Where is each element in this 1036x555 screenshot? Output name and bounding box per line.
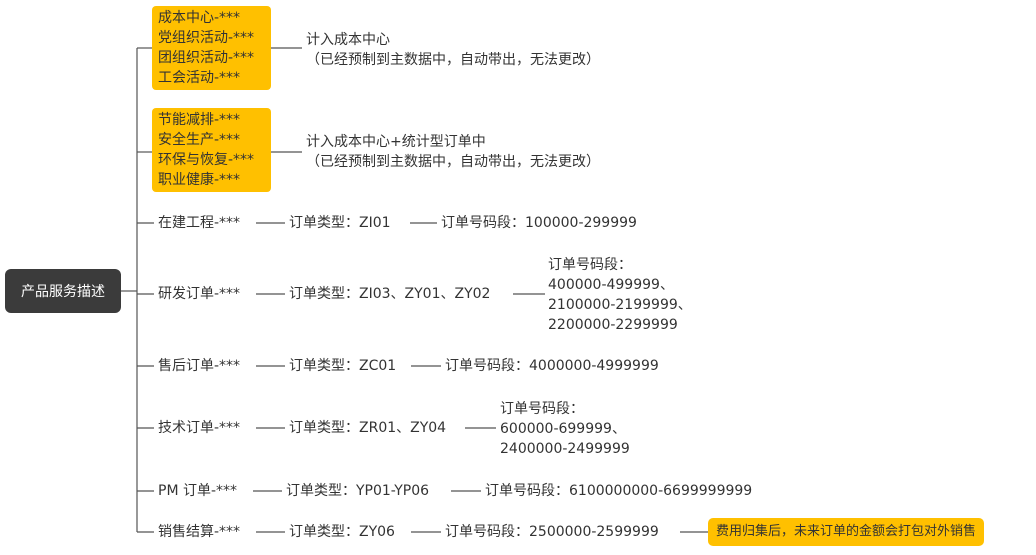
- cost-center-description: 计入成本中心 （已经预制到主数据中，自动带出，无法更改）: [306, 30, 600, 70]
- mind-map: 产品服务描述 成本中心-*** 党组织活动-*** 团组织活动-*** 工会活动…: [0, 0, 1036, 555]
- statistical-order-description: 计入成本中心+统计型订单中 （已经预制到主数据中，自动带出，无法更改）: [306, 132, 600, 172]
- order-name-construction[interactable]: 在建工程-***: [158, 213, 240, 233]
- order-range-rnd: 订单号码段： 400000-499999、 2100000-2199999、 2…: [548, 255, 692, 335]
- order-range-pm: 订单号码段：6100000000-6699999999: [485, 483, 753, 499]
- order-name-technical[interactable]: 技术订单-***: [158, 418, 240, 438]
- order-type-construction: 订单类型：ZI01: [289, 215, 391, 231]
- order-type-rnd: 订单类型：ZI03、ZY01、ZY02: [289, 286, 491, 302]
- description-line: 计入成本中心+统计型订单中: [306, 134, 486, 150]
- order-range-sales-settlement: 订单号码段：2500000-2599999: [445, 524, 659, 540]
- order-type-sales-settlement: 订单类型：ZY06: [289, 524, 395, 540]
- range-line: 订单号码段：: [500, 401, 584, 417]
- range-line: 2400000-2499999: [500, 441, 630, 457]
- order-name-sales-settlement[interactable]: 销售结算-***: [158, 522, 240, 542]
- order-range-construction: 订单号码段：100000-299999: [441, 215, 637, 231]
- range-line: 600000-699999、: [500, 421, 626, 437]
- range-line: 2100000-2199999、: [548, 297, 692, 313]
- group-item: 节能减排-***: [158, 112, 241, 128]
- statistical-order-group-box[interactable]: 节能减排-*** 安全生产-*** 环保与恢复-*** 职业健康-***: [152, 108, 271, 192]
- range-line: 订单号码段：: [548, 257, 632, 273]
- order-type-pm: 订单类型：YP01-YP06: [286, 483, 430, 499]
- description-line: （已经预制到主数据中，自动带出，无法更改）: [306, 52, 600, 68]
- order-type-after-sales: 订单类型：ZC01: [289, 358, 397, 374]
- range-line: 2200000-2299999: [548, 317, 678, 333]
- order-type-technical: 订单类型：ZR01、ZY04: [289, 420, 447, 436]
- description-line: 计入成本中心: [306, 32, 390, 48]
- order-name-pm[interactable]: PM 订单-***: [158, 481, 237, 501]
- group-item: 党组织活动-***: [158, 30, 255, 46]
- group-item: 工会活动-***: [158, 70, 241, 86]
- root-label: 产品服务描述: [21, 284, 105, 300]
- sales-settlement-note[interactable]: 费用归集后，未来订单的金额会打包对外销售: [708, 518, 985, 546]
- description-line: （已经预制到主数据中，自动带出，无法更改）: [306, 154, 600, 170]
- group-item: 环保与恢复-***: [158, 152, 255, 168]
- order-name-rnd[interactable]: 研发订单-***: [158, 284, 240, 304]
- group-item: 成本中心-***: [158, 10, 241, 26]
- group-item: 职业健康-***: [158, 172, 241, 188]
- range-line: 400000-499999、: [548, 277, 674, 293]
- order-range-technical: 订单号码段： 600000-699999、 2400000-2499999: [500, 399, 630, 459]
- group-item: 团组织活动-***: [158, 50, 255, 66]
- order-range-after-sales: 订单号码段：4000000-4999999: [445, 358, 659, 374]
- root-node[interactable]: 产品服务描述: [5, 269, 121, 313]
- cost-center-group-box[interactable]: 成本中心-*** 党组织活动-*** 团组织活动-*** 工会活动-***: [152, 6, 271, 90]
- group-item: 安全生产-***: [158, 132, 241, 148]
- order-name-after-sales[interactable]: 售后订单-***: [158, 356, 240, 376]
